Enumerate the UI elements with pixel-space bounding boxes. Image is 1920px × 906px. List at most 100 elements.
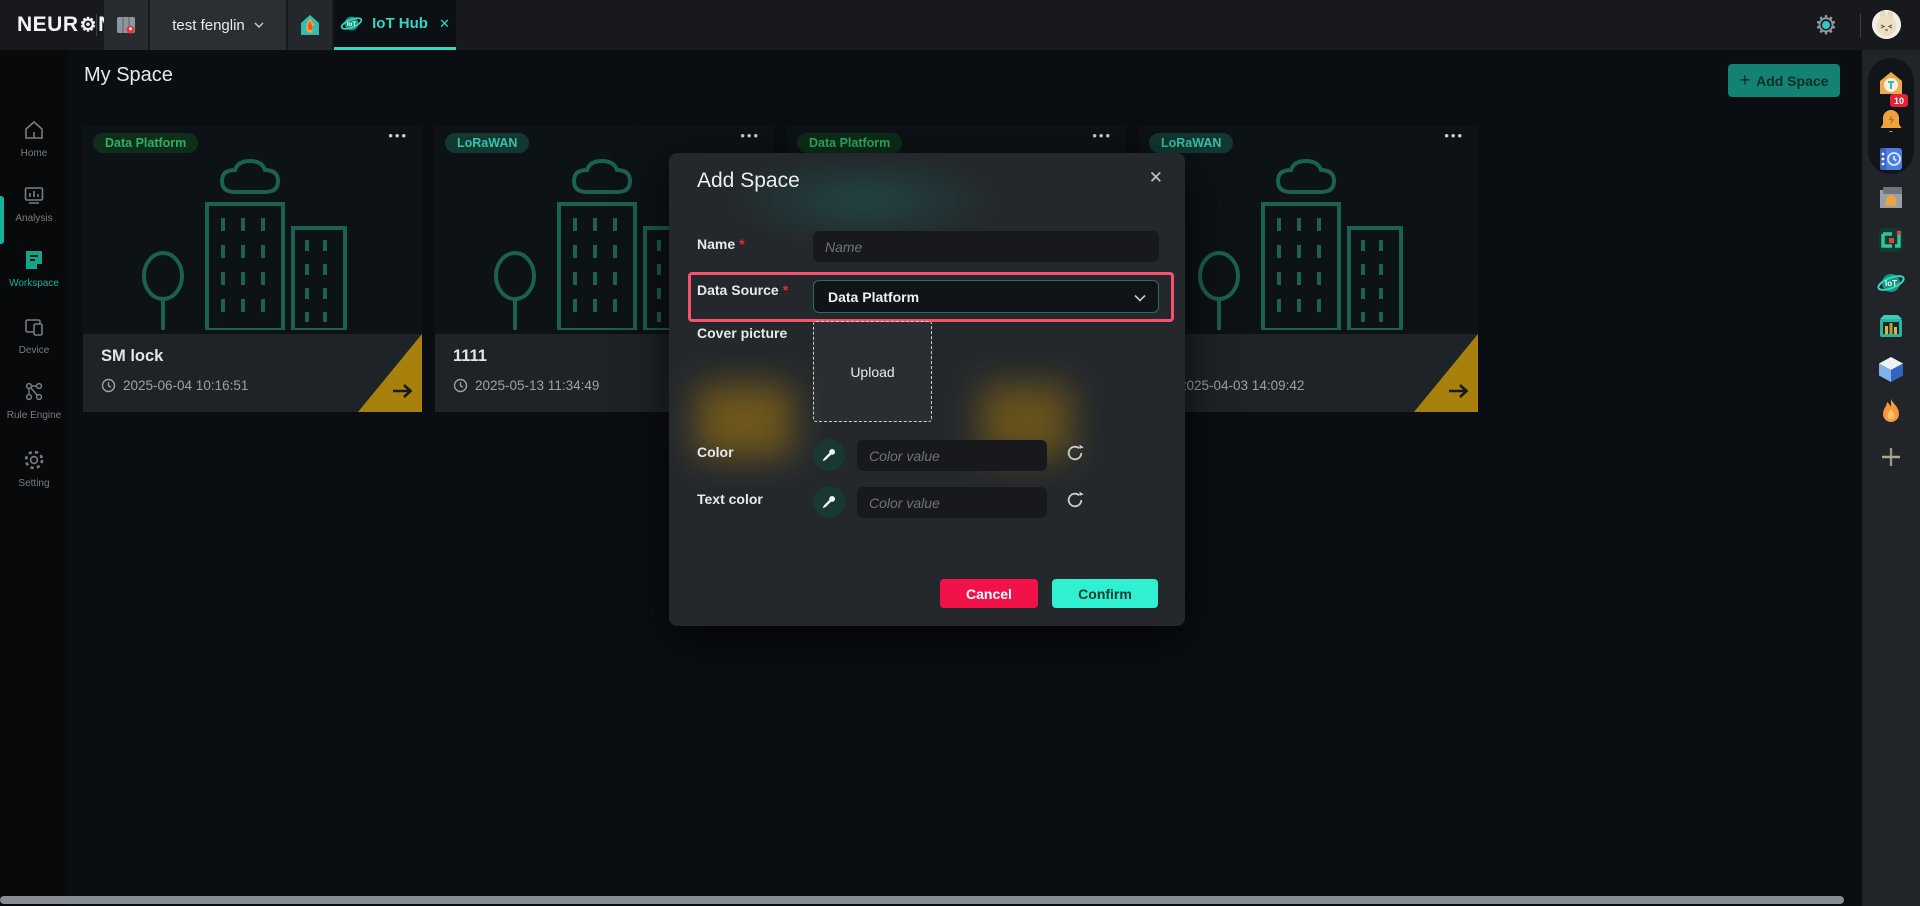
sidebar-label: Rule Engine [7,410,61,421]
notification-badge: 10 [1890,94,1908,107]
card-name: 1111 [453,347,487,366]
iot-planet-text: IoT [1885,279,1897,288]
upload-dropzone[interactable]: Upload [813,321,932,422]
card-menu-button[interactable]: ••• [740,128,760,143]
sidebar-label: Analysis [15,213,52,224]
sidebar-item-device[interactable]: Device [0,315,68,356]
project-tab-label: test fenglin [172,17,245,34]
sidebar-item-rule-engine[interactable]: Rule Engine [0,380,68,421]
map-icon [114,13,138,37]
sidebar-item-analysis[interactable]: Analysis [0,183,68,224]
name-input[interactable] [813,231,1159,262]
add-space-modal: Add Space ✕ Name* Data Source* Data Plat… [669,153,1185,626]
card-open-arrow[interactable] [358,334,422,412]
eyedropper-icon [821,494,837,510]
space-card[interactable]: Data Platform ••• SM lock 2025-06-04 10:… [83,126,422,412]
modal-close-button[interactable]: ✕ [1149,168,1163,188]
plus-icon [1876,442,1906,472]
neuron-logo: NEUR⚙N [17,0,114,50]
card-open-arrow[interactable] [1414,334,1478,412]
gear-center-dot [1822,21,1830,29]
sidebar-item-setting[interactable]: Setting [0,448,68,489]
logbook-icon[interactable] [1876,144,1906,174]
notifications-bell-icon[interactable] [1876,106,1906,136]
setting-gear-icon [22,448,46,472]
card-menu-button[interactable]: ••• [1092,128,1112,143]
chevron-down-icon [254,22,264,28]
clock-icon [101,378,116,393]
city-illustration [1167,152,1451,330]
file-alert-icon[interactable] [1876,182,1906,212]
card-timestamp: 2025-06-04 10:16:51 [101,378,248,393]
sidebar-item-home[interactable]: Home [0,118,68,159]
text-color-reset-button[interactable] [1065,490,1085,510]
cancel-button[interactable]: Cancel [940,579,1038,608]
card-footer: SM lock 2025-06-04 10:16:51 [83,334,422,412]
required-asterisk: * [783,282,788,298]
home-icon [22,118,46,142]
data-source-select[interactable]: Data Platform [813,280,1159,313]
color-reset-button[interactable] [1065,443,1085,463]
tab-map[interactable] [104,0,148,50]
topbar-divider [96,14,97,36]
add-app-button[interactable] [1876,442,1906,472]
fire-icon[interactable] [1876,397,1906,427]
logo-gear-icon: ⚙ [80,16,98,35]
sidebar-label: Device [19,345,50,356]
home-colorful-icon [297,12,323,38]
data-source-selected-value: Data Platform [828,289,919,305]
tab-project[interactable]: test fenglin [150,0,286,50]
card-menu-button[interactable]: ••• [1444,128,1464,143]
text-color-eyedropper-button[interactable] [813,486,845,518]
model-cube-icon[interactable] [1876,354,1906,384]
settings-gear-button[interactable]: ⚙ [1812,11,1840,39]
card-tag: LoRaWAN [1149,133,1233,153]
color-field-label: Color [697,444,734,460]
required-asterisk: * [739,236,744,252]
horizontal-scrollbar[interactable] [0,896,1844,904]
card-name: SM lock [101,347,163,366]
cover-picture-label: Cover picture [697,325,787,341]
color-eyedropper-button[interactable] [813,439,845,471]
upload-label: Upload [850,364,894,380]
clock-icon [453,378,468,393]
sidebar-label: Home [21,148,48,159]
arrow-right-icon [1446,382,1470,400]
topbar-right-divider [1860,13,1861,37]
plus-icon: + [1740,70,1751,91]
rule-engine-icon [22,380,46,404]
modal-title: Add Space [697,169,800,193]
right-sidebar: 10 [1862,50,1920,906]
text-color-value-input[interactable] [857,487,1047,518]
refresh-icon [1065,490,1085,510]
sidebar-item-workspace[interactable]: Workspace [0,248,68,289]
asset-box-icon[interactable] [1876,311,1906,341]
space-card[interactable]: LoRaWAN ••• 2025-04-03 14:09:42 [1139,126,1478,412]
card-menu-button[interactable]: ••• [388,128,408,143]
city-illustration [111,152,395,330]
card-tag: LoRaWAN [445,133,529,153]
chevron-down-icon [1134,294,1146,302]
name-field-label: Name* [697,236,745,252]
rule-graph-icon[interactable] [1876,225,1906,255]
iot-hub-app-icon[interactable]: IoT [1876,268,1906,298]
tab-close-icon[interactable]: ✕ [439,16,450,32]
card-tag: Data Platform [797,133,902,153]
tab-iot-hub[interactable]: IoT IoT Hub ✕ [334,0,456,50]
user-avatar[interactable] [1872,10,1901,39]
iot-planet-icon: IoT [340,12,363,35]
sidebar-label: Workspace [9,278,59,289]
add-space-button[interactable]: + Add Space [1728,64,1840,97]
tab-home[interactable] [288,0,332,50]
confirm-button[interactable]: Confirm [1052,579,1158,608]
text-color-field-label: Text color [697,491,763,507]
workspace-icon [22,248,46,272]
iot-hub-tab-label: IoT Hub [372,15,428,32]
color-value-input[interactable] [857,440,1047,471]
card-tag: Data Platform [93,133,198,153]
left-sidebar: Home Analysis Workspace Device [0,50,68,906]
app-window: NEUR⚙N test fenglin [0,0,1920,906]
data-source-field-label: Data Source* [697,282,788,298]
page-title: My Space [84,64,173,87]
add-space-button-label: Add Space [1756,73,1828,89]
